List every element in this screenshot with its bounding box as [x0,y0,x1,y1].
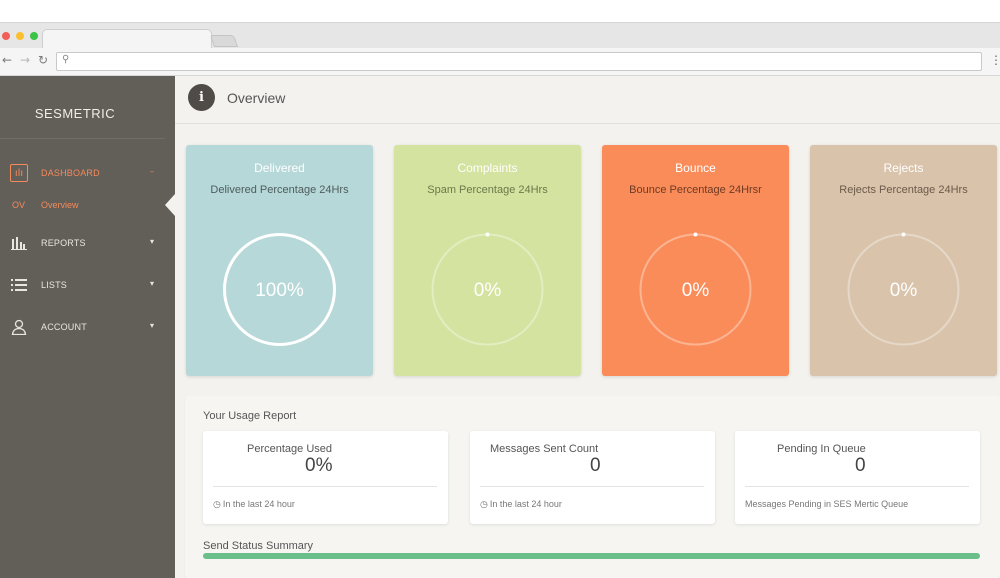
card-title: Bounce [675,161,716,175]
stat-box-pending-queue: Pending In Queue 0 Messages Pending in S… [735,431,980,524]
sidebar-item-dashboard[interactable]: ılı DASHBOARD – [0,164,175,184]
chevron-down-icon: ▾ [150,279,155,288]
browser-toolbar: ← → ↻ ⚲ ⋮ [0,48,1000,76]
sidebar-item-lists[interactable]: LISTS ▾ [0,276,175,296]
app: SESMETRIC ılı DASHBOARD – OV Overview RE… [0,76,1000,578]
stat-card-delivered: Delivered Delivered Percentage 24Hrs 100… [186,145,373,376]
list-icon [10,276,28,294]
card-title: Delivered [254,161,305,175]
divider [480,486,704,487]
divider [0,138,165,139]
stat-footer: Messages Pending in SES Mertic Queue [745,499,908,509]
send-status-progress [203,553,980,559]
stat-card-bounce: Bounce Bounce Percentage 24Hrsr 0% [602,145,789,376]
card-title: Rejects [883,161,924,175]
clock-icon: ◷ [480,500,488,510]
section-title: Send Status Summary [203,540,314,552]
card-value: 0% [681,280,710,301]
sidebar-item-label: ACCOUNT [41,322,87,332]
sidebar-item-label: DASHBOARD [41,168,100,178]
stat-value: 0 [590,455,601,476]
sidebar-item-account[interactable]: ACCOUNT ▾ [0,318,175,338]
user-icon [10,318,28,336]
stat-label: Percentage Used [247,443,332,455]
chevron-down-icon: ▾ [150,237,155,246]
stat-box-percentage-used: Percentage Used 0% ◷ In the last 24 hour [203,431,448,524]
back-icon[interactable]: ← [2,53,12,67]
page-title: Overview [227,90,286,106]
maximize-window-button[interactable] [30,32,38,40]
forward-icon[interactable]: → [20,53,30,67]
info-icon[interactable]: i [188,84,215,111]
divider [213,486,437,487]
active-indicator [165,194,175,216]
card-value: 0% [889,280,918,301]
sidebar-item-label: LISTS [41,280,68,290]
bar-chart-icon [10,234,28,252]
sidebar-item-reports[interactable]: REPORTS ▾ [0,234,175,254]
new-tab-button[interactable] [209,35,239,47]
usage-report-panel: Your Usage Report Percentage Used 0% ◷ In… [185,396,1000,578]
stat-footer-text: In the last 24 hour [489,499,562,509]
stat-card-rejects: Rejects Rejects Percentage 24Hrs 0% [810,145,997,376]
stat-value: 0 [855,455,866,476]
main-content: i Overview Delivered Delivered Percentag… [175,76,1000,578]
card-subtitle: Delivered Percentage 24Hrs [210,184,349,196]
card-title: Complaints [457,161,518,175]
card-subtitle: Spam Percentage 24Hrs [427,184,548,196]
card-value: 0% [473,280,502,301]
section-title: Your Usage Report [203,410,297,422]
sidebar-subitem-overview[interactable]: OV Overview [0,198,175,214]
stat-footer: ◷ In the last 24 hour [213,499,295,510]
subitem-label: Overview [41,200,79,210]
card-subtitle: Bounce Percentage 24Hrsr [629,184,762,196]
search-icon: ⚲ [62,54,70,65]
stat-label: Pending In Queue [777,443,866,455]
sidebar: SESMETRIC ılı DASHBOARD – OV Overview RE… [0,76,175,578]
stat-label: Messages Sent Count [490,443,599,455]
card-subtitle: Rejects Percentage 24Hrs [839,184,968,196]
stat-card-complaints: Complaints Spam Percentage 24Hrs 0% [394,145,581,376]
divider [745,486,969,487]
chart-icon: ılı [10,164,28,182]
sidebar-item-label: REPORTS [41,238,86,248]
page-header: i Overview [175,76,1000,124]
chevron-down-icon: ▾ [150,321,155,330]
stat-value: 0% [305,455,333,476]
stat-footer-text: Messages Pending in SES Mertic Queue [745,499,909,509]
address-bar[interactable]: ⚲ [56,52,982,71]
brand-logo: SESMETRIC [34,106,116,121]
collapse-icon: – [150,167,154,176]
stat-footer: ◷ In the last 24 hour [480,499,562,510]
minimize-window-button[interactable] [16,32,24,40]
close-window-button[interactable] [2,32,10,40]
clock-icon: ◷ [213,500,221,510]
stat-footer-text: In the last 24 hour [222,499,295,509]
progress-fill [203,553,980,559]
browser-menu-icon[interactable]: ⋮ [990,53,1000,67]
stat-box-messages-sent: Messages Sent Count 0 ◷ In the last 24 ho… [470,431,715,524]
browser-tab[interactable] [42,29,212,50]
subitem-code: OV [12,200,26,210]
card-value: 100% [255,280,304,301]
reload-icon[interactable]: ↻ [38,53,48,67]
browser-tab-bar [0,22,1000,50]
